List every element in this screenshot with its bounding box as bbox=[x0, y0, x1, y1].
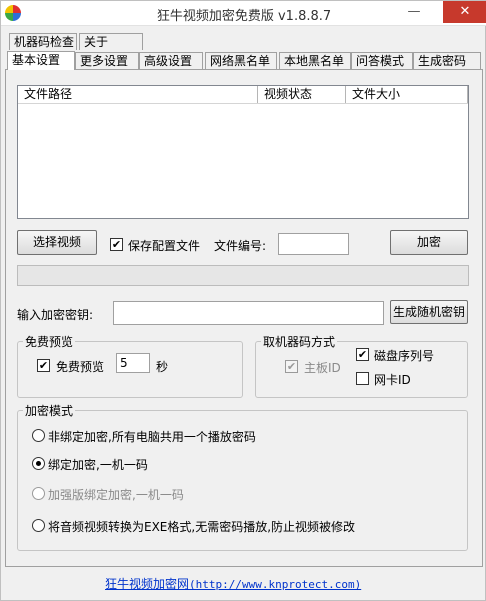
mode-bound-label: 绑定加密,一机一码 bbox=[48, 458, 148, 472]
generate-random-key-button[interactable]: 生成随机密钥 bbox=[390, 300, 468, 324]
free-preview-label: 免费预览 bbox=[56, 360, 105, 374]
motherboard-id-checkbox: ✔ bbox=[285, 360, 298, 373]
mode-exe-convert-label: 将音频视频转换为EXE格式,无需密码播放,防止视频被修改 bbox=[48, 520, 356, 534]
tab-network-blacklist[interactable]: 网络黑名单 bbox=[205, 52, 277, 69]
file-number-label: 文件编号: bbox=[214, 239, 267, 253]
tab-generate-password[interactable]: 生成密码 bbox=[413, 52, 481, 69]
column-header-file-size[interactable]: 文件大小 bbox=[346, 86, 468, 103]
machine-code-method-group-title: 取机器码方式 bbox=[261, 333, 338, 350]
encrypt-button[interactable]: 加密 bbox=[390, 230, 468, 255]
encryption-key-input[interactable] bbox=[113, 301, 384, 325]
mode-enhanced-bound-radio bbox=[32, 487, 45, 500]
tab-more-settings[interactable]: 更多设置 bbox=[75, 52, 139, 69]
app-window: 狂牛视频加密免费版 v1.8.8.7 — ✕ 机器码检查 关于 基本设置 更多设… bbox=[0, 0, 486, 601]
free-preview-group-title: 免费预览 bbox=[23, 333, 76, 350]
tab-advanced-settings[interactable]: 高级设置 bbox=[139, 52, 203, 69]
tab-machine-code-check[interactable]: 机器码检查 bbox=[9, 33, 77, 50]
mode-bound-radio[interactable] bbox=[32, 457, 45, 470]
website-link-name: 狂牛视频加密网 bbox=[105, 577, 190, 591]
progress-bar bbox=[17, 265, 469, 286]
mode-enhanced-bound-label: 加强版绑定加密,一机一码 bbox=[48, 488, 184, 502]
tab-local-blacklist[interactable]: 本地黑名单 bbox=[279, 52, 351, 69]
column-header-file-path[interactable]: 文件路径 bbox=[18, 86, 258, 103]
preview-seconds-input[interactable]: 5 bbox=[116, 353, 150, 373]
mode-unbound-radio[interactable] bbox=[32, 429, 45, 442]
mode-unbound-label: 非绑定加密,所有电脑共用一个播放密码 bbox=[48, 430, 256, 444]
preview-seconds-unit: 秒 bbox=[156, 360, 169, 374]
website-link-url: (http://www.knprotect.com) bbox=[189, 578, 362, 591]
minimize-button[interactable]: — bbox=[401, 1, 427, 23]
disk-serial-checkbox[interactable]: ✔ bbox=[356, 348, 369, 361]
website-link[interactable]: 狂牛视频加密网(http://www.knprotect.com) bbox=[105, 575, 361, 592]
encryption-mode-group-title: 加密模式 bbox=[23, 402, 76, 419]
free-preview-checkbox[interactable]: ✔ bbox=[37, 359, 50, 372]
select-video-button[interactable]: 选择视频 bbox=[17, 230, 97, 255]
file-list[interactable]: 文件路径 视频状态 文件大小 bbox=[17, 85, 469, 219]
file-list-header: 文件路径 视频状态 文件大小 bbox=[18, 86, 468, 104]
file-number-input[interactable] bbox=[278, 233, 349, 255]
column-header-video-status[interactable]: 视频状态 bbox=[258, 86, 346, 103]
tab-qa-mode[interactable]: 问答模式 bbox=[351, 52, 413, 69]
nic-id-label: 网卡ID bbox=[374, 373, 411, 387]
encryption-key-label: 输入加密密钥: bbox=[17, 308, 94, 322]
tab-basic-settings[interactable]: 基本设置 bbox=[7, 51, 75, 70]
disk-serial-label: 磁盘序列号 bbox=[374, 349, 435, 363]
nic-id-checkbox[interactable] bbox=[356, 372, 369, 385]
save-config-checkbox[interactable]: ✔ bbox=[110, 238, 123, 251]
title-bar: 狂牛视频加密免费版 v1.8.8.7 — ✕ bbox=[1, 1, 486, 26]
tab-about[interactable]: 关于 bbox=[79, 33, 143, 50]
motherboard-id-label: 主板ID bbox=[304, 361, 341, 375]
mode-exe-convert-radio[interactable] bbox=[32, 519, 45, 532]
save-config-label: 保存配置文件 bbox=[128, 239, 201, 253]
close-button[interactable]: ✕ bbox=[443, 1, 486, 23]
